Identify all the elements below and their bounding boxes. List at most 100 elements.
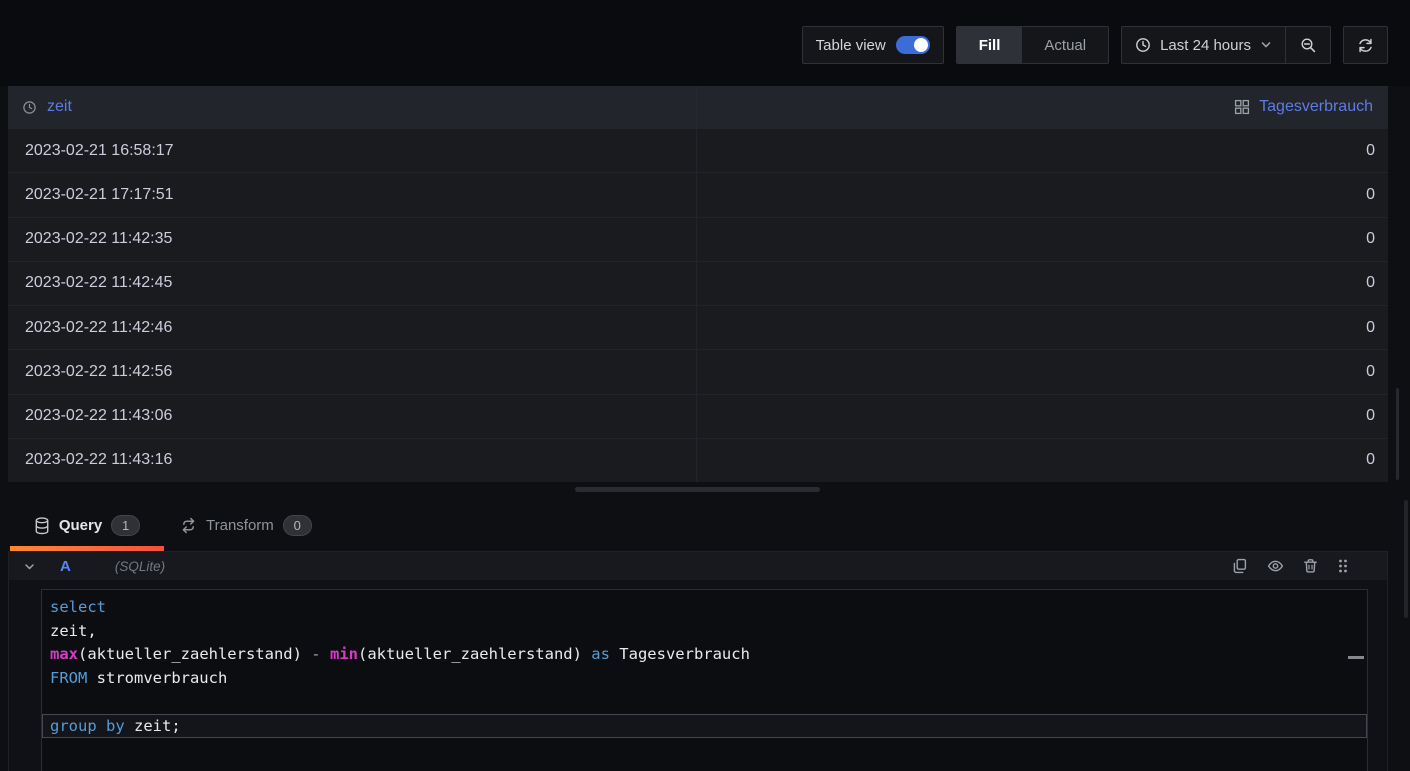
column-header-zeit[interactable]: zeit <box>8 86 697 128</box>
cell-tagesverbrauch: 0 <box>1366 318 1375 336</box>
code-token: - <box>311 645 321 664</box>
copy-icon <box>1232 558 1248 574</box>
datasource-hint: (SQLite) <box>114 558 166 574</box>
tab-transform[interactable]: Transform 0 <box>180 505 312 546</box>
transform-count-badge: 0 <box>282 515 312 536</box>
page-scrollbar[interactable] <box>1404 500 1408 618</box>
transform-icon <box>180 517 197 534</box>
actual-button[interactable]: Actual <box>1022 27 1108 63</box>
cell-tagesverbrauch: 0 <box>1366 185 1375 203</box>
table-view-toggle[interactable] <box>895 36 930 54</box>
code-line[interactable] <box>42 691 1367 715</box>
fill-button[interactable]: Fill <box>956 27 1023 63</box>
code-line[interactable]: max(aktueller_zaehlerstand) - min(aktuel… <box>42 643 1367 667</box>
code-token: group by <box>50 717 125 736</box>
tab-query-label: Query <box>58 517 103 534</box>
table-row[interactable]: 2023-02-21 17:17:51 0 <box>8 172 1388 217</box>
code-token: as <box>591 645 610 664</box>
table-body: 2023-02-21 16:58:17 0 2023-02-21 17:17:51 0… <box>8 128 1388 482</box>
cell-zeit: 2023-02-22 11:43:06 <box>8 394 697 438</box>
code-token: select <box>50 598 106 616</box>
database-icon <box>34 516 50 535</box>
cell-tagesverbrauch: 0 <box>1366 362 1375 380</box>
table-panel: zeit Tagesverbrauch 2023-02-21 16:58:17 0… <box>8 86 1388 482</box>
cell-tagesverbrauch: 0 <box>1366 141 1375 159</box>
fill-actual-switch: Fill Actual <box>955 26 1110 64</box>
duplicate-query-button[interactable] <box>1232 558 1248 574</box>
table-row[interactable]: 2023-02-22 11:42:45 0 <box>8 260 1388 305</box>
code-token: max <box>50 645 78 664</box>
code-line[interactable]: select <box>42 596 1367 620</box>
code-token: zeit; <box>124 717 181 736</box>
table-row[interactable]: 2023-02-22 11:42:46 0 <box>8 305 1388 350</box>
clock-icon <box>22 100 37 115</box>
time-range-label: Last 24 hours <box>1160 36 1251 54</box>
time-range-picker[interactable]: Last 24 hours <box>1122 27 1285 63</box>
drag-dots-icon <box>1337 558 1349 574</box>
cell-zeit: 2023-02-22 11:42:46 <box>8 306 697 350</box>
table-row[interactable]: 2023-02-22 11:42:56 0 <box>8 349 1388 394</box>
cell-zeit: 2023-02-22 11:42:45 <box>8 261 697 305</box>
cell-zeit: 2023-02-21 16:58:17 <box>8 129 697 173</box>
table-header: zeit Tagesverbrauch <box>8 86 1388 128</box>
table-row[interactable]: 2023-02-22 11:43:16 0 <box>8 437 1388 482</box>
cell-zeit: 2023-02-22 11:42:35 <box>8 217 697 261</box>
code-token: min <box>329 645 358 664</box>
code-token: stromverbrauch <box>87 669 228 688</box>
query-ref-id[interactable]: A <box>60 558 71 575</box>
clock-icon <box>1135 37 1151 53</box>
eye-icon <box>1267 558 1284 574</box>
editor-overview-marker <box>1348 656 1364 659</box>
tab-query[interactable]: Query 1 <box>10 505 164 546</box>
code-token: FROM <box>50 669 88 688</box>
query-count-badge: 1 <box>111 515 141 536</box>
panel-edit-view: Table view Fill Actual Last 24 hours zei… <box>0 0 1410 771</box>
table-view-label: Table view <box>815 36 886 54</box>
zoom-out-time-button[interactable] <box>1286 27 1330 63</box>
tab-transform-label: Transform <box>206 517 274 534</box>
top-bar: Table view Fill Actual Last 24 hours <box>0 0 1410 86</box>
cell-tagesverbrauch: 0 <box>1366 407 1375 425</box>
code-token: (aktueller_zaehlerstand) <box>78 645 312 664</box>
magnifier-minus-icon <box>1300 37 1317 54</box>
table-row[interactable]: 2023-02-22 11:42:35 0 <box>8 216 1388 261</box>
pane-resize-handle[interactable] <box>575 487 820 492</box>
column-header-tagesverbrauch[interactable]: Tagesverbrauch <box>697 86 1388 128</box>
column-title-zeit[interactable]: zeit <box>47 98 72 116</box>
delete-query-button[interactable] <box>1303 558 1318 574</box>
code-lines: select zeit, max(aktueller_zaehlerstand) -… <box>42 590 1367 739</box>
query-row-card: A (SQLite) select zeit, max(aktueller_za… <box>8 551 1388 771</box>
code-token: zeit, <box>50 621 97 640</box>
refresh-icon <box>1357 37 1374 54</box>
refresh-button[interactable] <box>1343 26 1388 64</box>
code-line[interactable]: zeit, <box>42 620 1367 644</box>
time-range-control: Last 24 hours <box>1121 26 1331 64</box>
table-view-control: Table view <box>801 26 944 64</box>
cell-tagesverbrauch: 0 <box>1366 451 1375 469</box>
code-line[interactable]: FROM stromverbrauch <box>42 667 1367 691</box>
column-title-tagesverbrauch[interactable]: Tagesverbrauch <box>1259 98 1373 116</box>
cell-tagesverbrauch: 0 <box>1366 274 1375 292</box>
query-actions <box>1232 558 1349 574</box>
query-row-header[interactable]: A (SQLite) <box>9 552 1387 580</box>
cell-tagesverbrauch: 0 <box>1366 230 1375 248</box>
trash-icon <box>1303 558 1318 574</box>
panel-toolbar: Table view Fill Actual Last 24 hours <box>801 26 1388 64</box>
table-row[interactable]: 2023-02-22 11:43:06 0 <box>8 393 1388 438</box>
disable-query-button[interactable] <box>1267 558 1284 574</box>
code-token: Tagesverbrauch <box>609 645 750 664</box>
sql-code-editor[interactable]: select zeit, max(aktueller_zaehlerstand) -… <box>41 589 1368 771</box>
table-row[interactable]: 2023-02-21 16:58:17 0 <box>8 128 1388 173</box>
code-line-current[interactable]: group by zeit; <box>42 714 1367 739</box>
code-token: (aktueller_zaehlerstand) <box>357 645 592 664</box>
collapse-chevron-icon[interactable] <box>23 560 36 573</box>
table-grid-icon <box>1234 99 1250 115</box>
table-scrollbar[interactable] <box>1396 388 1399 480</box>
cell-zeit: 2023-02-22 11:42:56 <box>8 350 697 394</box>
drag-handle[interactable] <box>1337 558 1349 574</box>
cell-zeit: 2023-02-21 17:17:51 <box>8 173 697 217</box>
cell-zeit: 2023-02-22 11:43:16 <box>8 438 697 482</box>
toggle-knob <box>913 38 928 52</box>
chevron-down-icon <box>1260 39 1272 51</box>
